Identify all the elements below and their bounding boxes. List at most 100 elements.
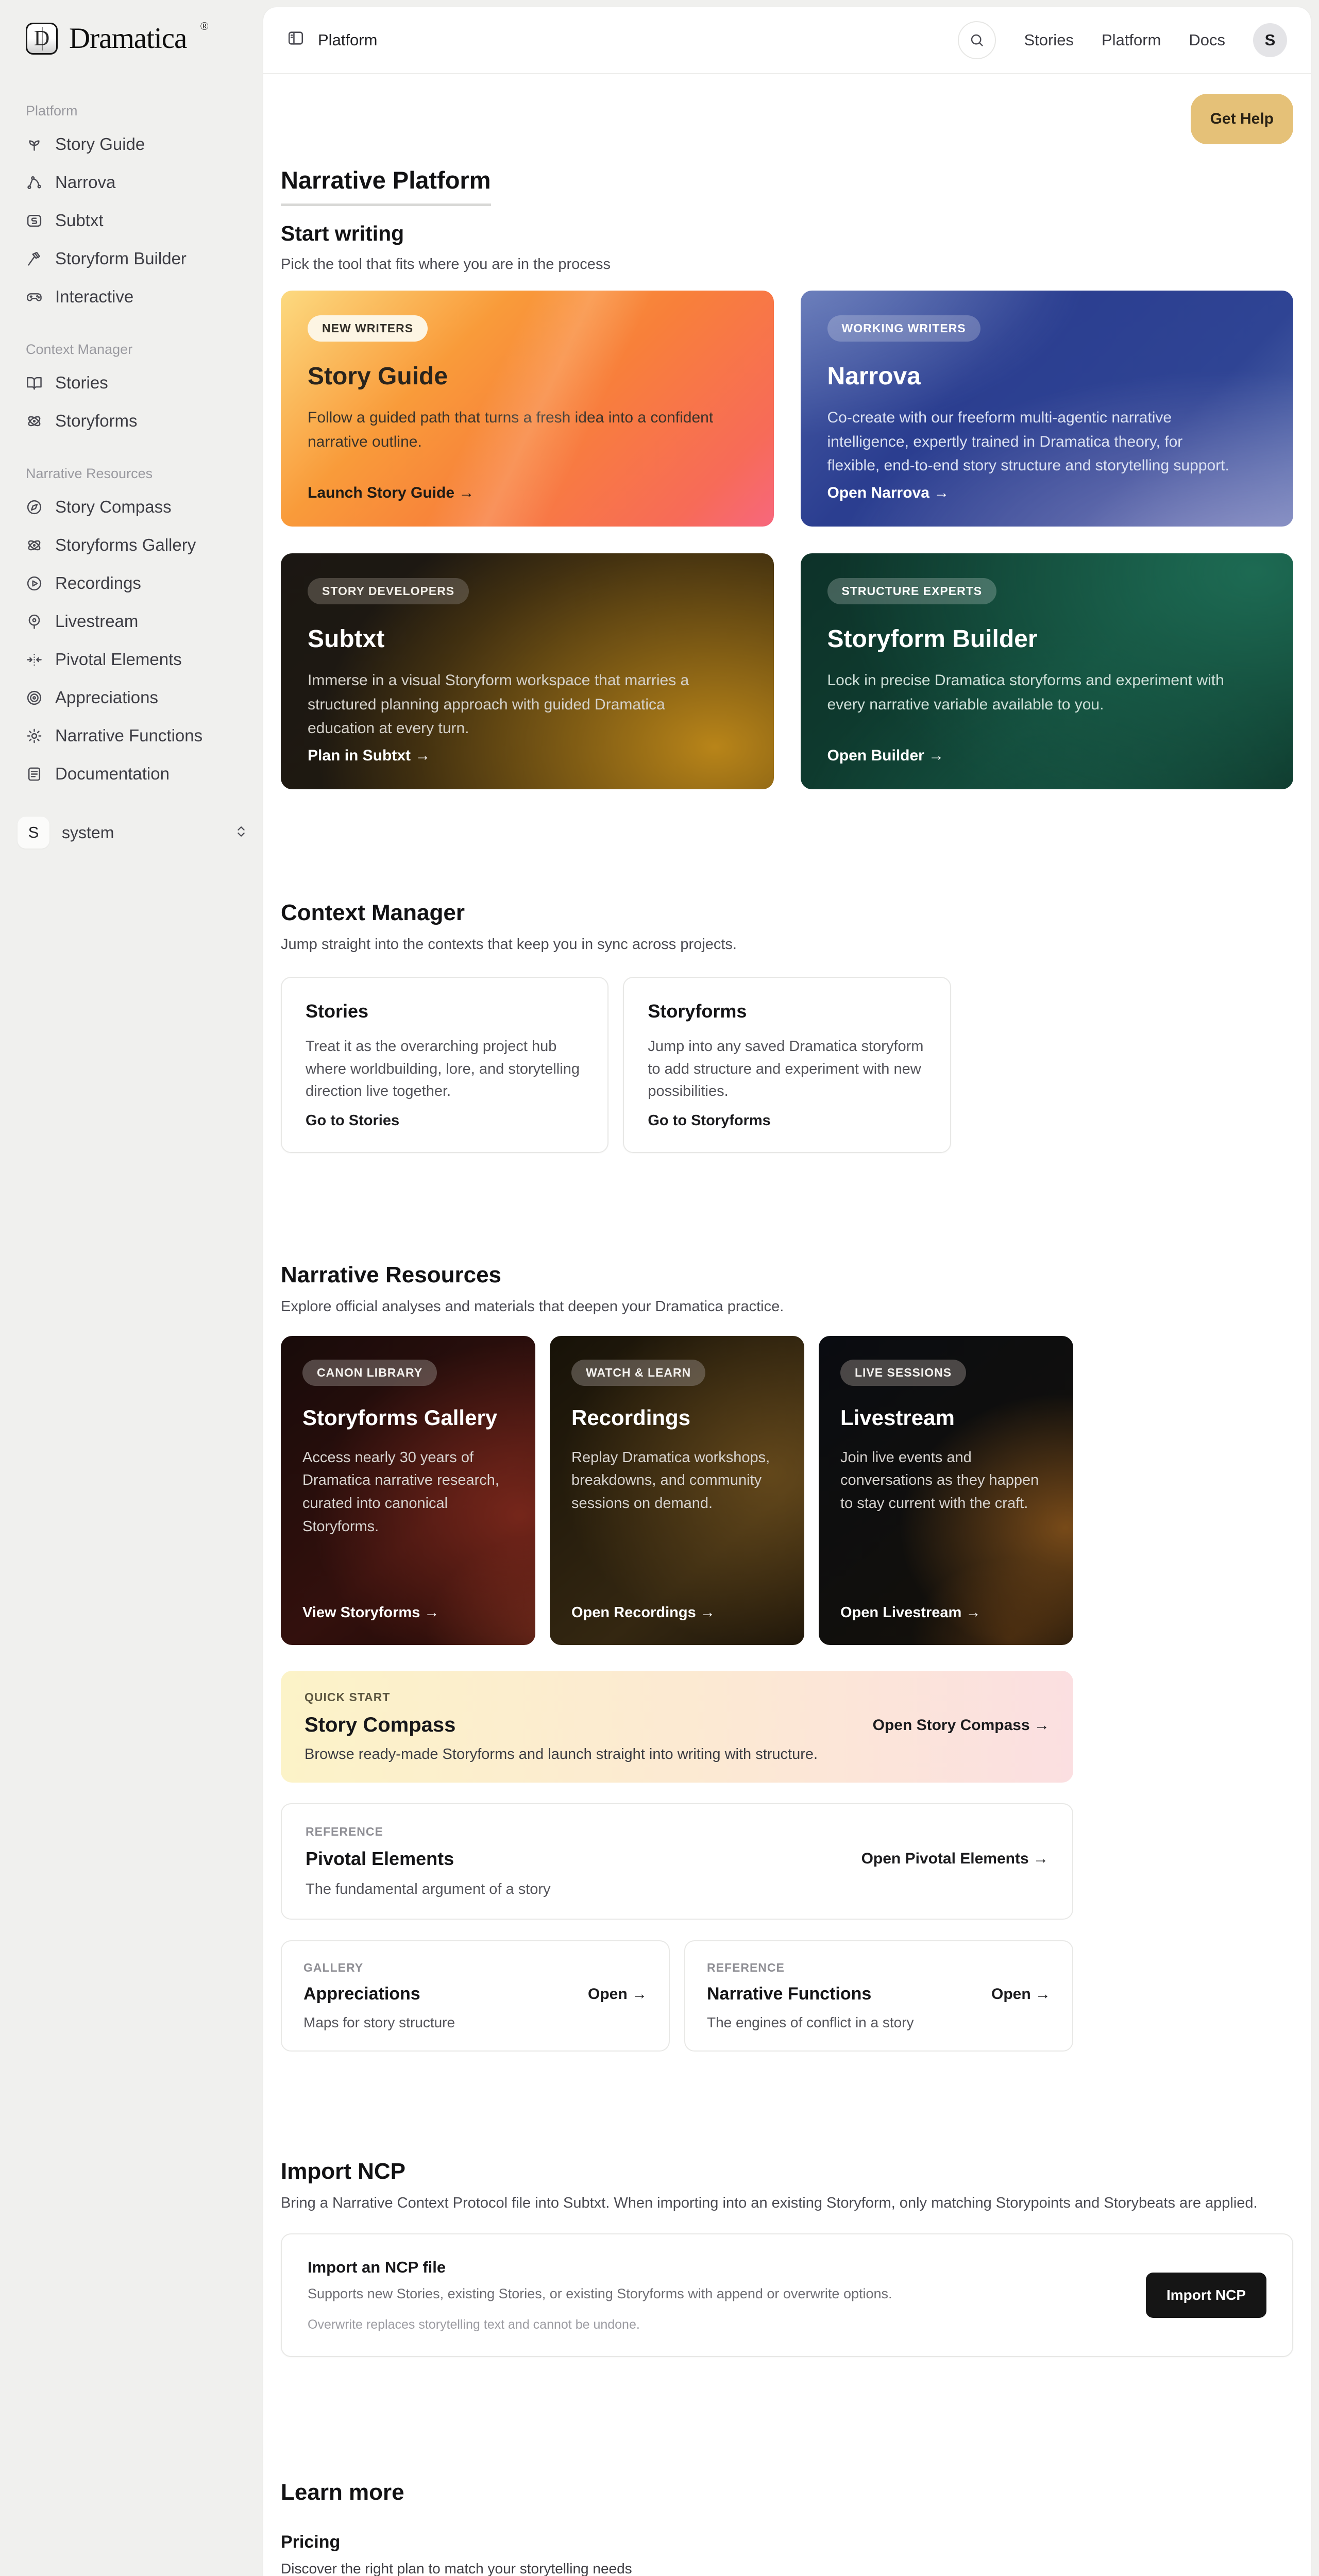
learn-more-heading: Learn more — [281, 2480, 1293, 2505]
pivotal-elements-banner[interactable]: REFERENCE Pivotal Elements Open Pivotal … — [281, 1803, 1073, 1920]
banner-description: The fundamental argument of a story — [306, 1881, 1049, 1898]
import-ncp-section: Import NCP Bring a Narrative Context Pro… — [281, 2159, 1293, 2357]
go-to-storyforms-link[interactable]: Go to Storyforms — [648, 1112, 770, 1129]
banner-title: Story Compass — [305, 1714, 455, 1737]
card-description: Co-create with our freeform multi-agenti… — [827, 406, 1236, 478]
import-ncp-subtitle: Bring a Narrative Context Protocol file … — [281, 2195, 1293, 2212]
link-description: Discover the right plan to match your st… — [281, 2561, 1293, 2576]
sidebar-item-subtxt[interactable]: Subtxt — [0, 201, 263, 240]
subtxt-card[interactable]: STORY DEVELOPERS Subtxt Immerse in a vis… — [281, 553, 774, 789]
plan-in-subtxt-link[interactable]: Plan in Subtxt → — [308, 747, 430, 765]
narrova-card[interactable]: WORKING WRITERS Narrova Co-create with o… — [801, 291, 1294, 527]
narrative-resources-subtitle: Explore official analyses and materials … — [281, 1298, 1073, 1315]
user-avatar[interactable]: S — [1253, 23, 1287, 57]
converge-icon — [26, 651, 43, 668]
open-builder-link[interactable]: Open Builder → — [827, 747, 944, 765]
card-title: Livestream — [840, 1404, 955, 1432]
launch-story-guide-link[interactable]: Launch Story Guide → — [308, 484, 474, 502]
pricing-link-item[interactable]: Pricing Discover the right plan to match… — [281, 2532, 1293, 2576]
narrative-functions-card[interactable]: REFERENCE Narrative Functions Open → The… — [684, 1940, 1073, 2052]
category-badge: LIVE SESSIONS — [840, 1360, 966, 1386]
import-card-title: Import an NCP file — [308, 2258, 1125, 2277]
panel-toggle-icon[interactable] — [287, 29, 305, 51]
audience-badge: STORY DEVELOPERS — [308, 578, 469, 604]
sidebar-item-recordings[interactable]: Recordings — [0, 564, 263, 602]
sidebar-item-interactive[interactable]: Interactive — [0, 278, 263, 316]
sidebar-item-narrova[interactable]: Narrova — [0, 163, 263, 201]
app-logo[interactable]: D Dramatica ® — [0, 23, 263, 55]
sidebar-item-story-guide[interactable]: Story Guide — [0, 125, 263, 163]
quick-start-label: QUICK START — [305, 1690, 1050, 1704]
workspace-switcher[interactable]: S system — [18, 817, 249, 849]
get-help-button[interactable]: Get Help — [1191, 94, 1293, 144]
open-pivotal-elements-link[interactable]: Open Pivotal Elements → — [861, 1850, 1049, 1868]
open-story-compass-link[interactable]: Open Story Compass → — [873, 1717, 1050, 1734]
storyforms-card[interactable]: Storyforms Jump into any saved Dramatica… — [623, 977, 951, 1153]
branches-icon — [26, 174, 43, 191]
nav-link-docs[interactable]: Docs — [1189, 31, 1225, 49]
audience-badge: STRUCTURE EXPERTS — [827, 578, 997, 604]
narrative-resources-heading: Narrative Resources — [281, 1262, 1073, 1288]
card-description: Maps for story structure — [303, 2014, 647, 2031]
sidebar-item-narrative-functions[interactable]: Narrative Functions — [0, 717, 263, 755]
recordings-card[interactable]: WATCH & LEARN Recordings Replay Dramatic… — [550, 1336, 804, 1645]
stories-card[interactable]: Stories Treat it as the overarching proj… — [281, 977, 608, 1153]
start-writing-heading: Start writing — [281, 222, 1293, 246]
banner-description: Browse ready-made Storyforms and launch … — [305, 1746, 1050, 1763]
card-title: Stories — [306, 1001, 368, 1022]
import-ncp-button[interactable]: Import NCP — [1146, 2273, 1266, 2318]
section-label: Narrative Resources — [26, 466, 263, 482]
view-storyforms-link[interactable]: View Storyforms → — [302, 1604, 439, 1621]
story-guide-card[interactable]: NEW WRITERS Story Guide Follow a guided … — [281, 291, 774, 527]
sidebar-item-storyforms-gallery[interactable]: Storyforms Gallery — [0, 526, 263, 564]
sidebar-item-storyform-builder[interactable]: Storyform Builder — [0, 240, 263, 278]
card-description: The engines of conflict in a story — [707, 2014, 1051, 2031]
sidebar-item-pivotal-elements[interactable]: Pivotal Elements — [0, 640, 263, 679]
section-label: Platform — [26, 103, 263, 119]
chevron-updown-icon — [233, 824, 249, 842]
open-appreciations-link[interactable]: Open → — [588, 1986, 647, 2003]
card-title: Story Guide — [308, 362, 448, 391]
card-description: Join live events and conversations as th… — [840, 1446, 1052, 1516]
sidebar-item-documentation[interactable]: Documentation — [0, 755, 263, 793]
open-recordings-link[interactable]: Open Recordings → — [571, 1604, 715, 1621]
card-title: Recordings — [571, 1404, 690, 1432]
nav-link-platform[interactable]: Platform — [1102, 31, 1161, 49]
import-card-warning: Overwrite replaces storytelling text and… — [308, 2317, 1125, 2332]
nav-link-stories[interactable]: Stories — [1024, 31, 1073, 49]
storyform-builder-card[interactable]: STRUCTURE EXPERTS Storyform Builder Lock… — [801, 553, 1294, 789]
context-manager-heading: Context Manager — [281, 900, 1293, 926]
go-to-stories-link[interactable]: Go to Stories — [306, 1112, 399, 1129]
sidebar-item-stories[interactable]: Stories — [0, 364, 263, 402]
import-card-description: Supports new Stories, existing Stories, … — [308, 2286, 1125, 2302]
learn-more-section: Learn more Pricing Discover the right pl… — [281, 2480, 1293, 2576]
search-button[interactable] — [958, 21, 996, 59]
card-title: Storyform Builder — [827, 625, 1038, 653]
sidebar-section-narrative-resources: Narrative Resources Story Compass Storyf… — [0, 466, 263, 793]
workspace-avatar: S — [18, 817, 49, 849]
open-livestream-link[interactable]: Open Livestream → — [840, 1604, 980, 1621]
sidebar-item-appreciations[interactable]: Appreciations — [0, 679, 263, 717]
atom-icon — [26, 537, 43, 554]
context-manager-section: Context Manager Jump straight into the c… — [281, 900, 1293, 1153]
page-title: Narrative Platform — [281, 166, 491, 206]
sidebar-item-story-compass[interactable]: Story Compass — [0, 488, 263, 526]
card-title: Narrative Functions — [707, 1984, 871, 2004]
sidebar-item-livestream[interactable]: Livestream — [0, 602, 263, 640]
open-narrative-functions-link[interactable]: Open → — [991, 1986, 1051, 2003]
main-panel: Platform Stories Platform Docs S Get Hel… — [263, 7, 1311, 2576]
open-narrova-link[interactable]: Open Narrova → — [827, 484, 950, 502]
subtxt-icon — [26, 212, 43, 229]
sidebar-item-storyforms[interactable]: Storyforms — [0, 402, 263, 440]
storyforms-gallery-card[interactable]: CANON LIBRARY Storyforms Gallery Access … — [281, 1336, 535, 1645]
breadcrumb: Platform — [318, 31, 377, 49]
section-label: Context Manager — [26, 342, 263, 358]
app-title: Dramatica — [69, 23, 187, 55]
card-title: Storyforms Gallery — [302, 1404, 497, 1432]
livestream-card[interactable]: LIVE SESSIONS Livestream Join live event… — [819, 1336, 1073, 1645]
card-description: Treat it as the overarching project hub … — [306, 1036, 584, 1103]
reference-label: REFERENCE — [306, 1825, 1049, 1839]
import-ncp-card: Import an NCP file Supports new Stories,… — [281, 2233, 1293, 2357]
story-compass-banner[interactable]: QUICK START Story Compass Open Story Com… — [281, 1671, 1073, 1783]
appreciations-card[interactable]: GALLERY Appreciations Open → Maps for st… — [281, 1940, 670, 2052]
